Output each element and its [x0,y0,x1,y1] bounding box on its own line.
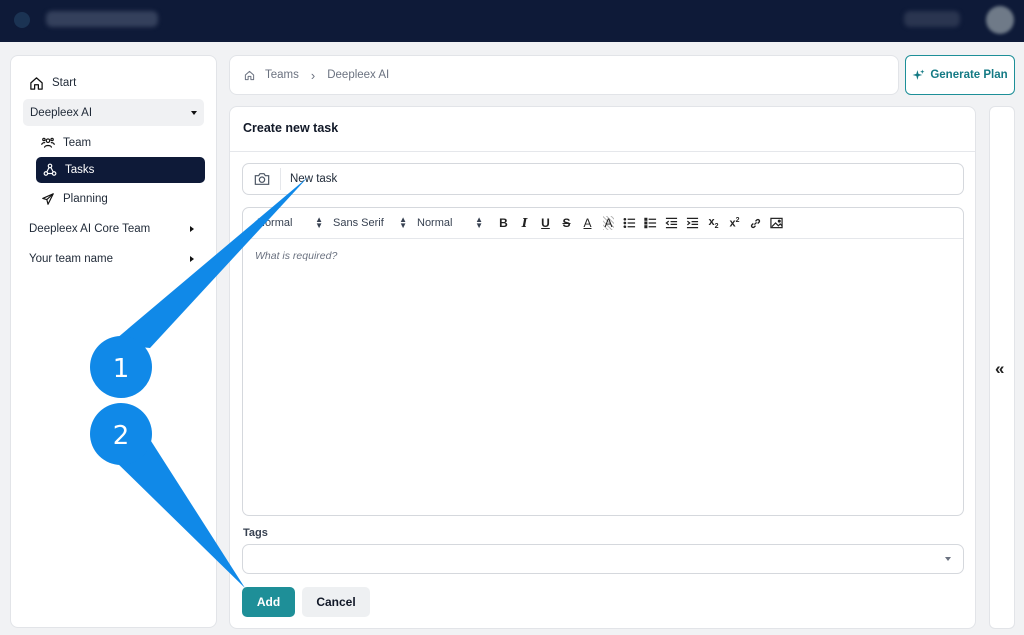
indent-icon [686,217,699,229]
top-bar [0,0,1024,42]
cancel-button[interactable]: Cancel [302,587,370,617]
superscript-button[interactable]: x2 [724,213,745,233]
size-select-value: Normal [417,217,453,229]
sidebar-item-label: Start [52,77,77,89]
sidebar: Start Deepleex AI Team Tasks Planning De… [10,55,217,628]
image-icon [770,217,783,229]
superscript-icon: x2 [729,216,740,230]
divider [230,151,975,152]
caret-right-icon [190,256,194,262]
subscript-button[interactable]: x2 [703,213,724,233]
background-color-icon: A [603,216,614,230]
add-label: Add [256,595,281,609]
sparkle-icon [912,69,925,80]
updown-icon: ▲ ▼ [315,215,323,230]
caret-right-icon [190,226,194,232]
sidebar-team-core[interactable]: Deepleex AI Core Team [29,221,194,237]
cancel-label: Cancel [316,595,356,609]
font-select-value: Sans Serif [333,217,384,229]
bold-button[interactable]: B [493,213,514,233]
chevron-right-icon: › [310,67,316,83]
sidebar-team-label: Deepleex AI Core Team [29,223,151,235]
home-icon[interactable] [244,70,255,81]
tags-label: Tags [243,527,268,539]
task-name-input[interactable]: New task [242,163,964,195]
header-select[interactable]: Normal ▲ ▼ [257,215,323,230]
sidebar-item-label: Team [63,137,92,149]
network-icon [43,163,57,176]
background-color-button[interactable]: A [598,213,619,233]
airplane-icon [42,193,54,205]
generate-plan-button[interactable]: Generate Plan [905,55,1015,95]
underline-icon: U [541,216,550,230]
app-logo[interactable] [14,12,30,28]
users-icon [41,137,55,148]
font-select[interactable]: Sans Serif ▲ ▼ [333,215,407,230]
breadcrumb-teams[interactable]: Teams [265,69,299,81]
updown-icon: ▲ ▼ [399,215,407,230]
double-chevron-left-icon[interactable]: « [995,359,1004,379]
right-panel-collapsed: « [989,106,1015,629]
indent-button[interactable] [682,213,703,233]
brand-name-blurred [46,11,158,27]
sidebar-item-label: Tasks [65,164,95,176]
sidebar-team-your-team[interactable]: Your team name [29,251,194,267]
image-button[interactable] [766,213,787,233]
tags-select[interactable] [242,544,964,574]
breadcrumb-current[interactable]: Deepleex AI [327,69,389,81]
task-name-value: New task [290,173,338,185]
italic-button[interactable]: I [514,213,535,233]
create-task-panel: Create new task New task Normal ▲ ▼ Sans S… [229,106,976,629]
text-color-button[interactable]: A [577,213,598,233]
italic-icon: I [521,216,528,230]
sidebar-team-label: Your team name [29,253,113,265]
ordered-list-icon [623,217,636,229]
sidebar-item-label: Planning [63,193,108,205]
ordered-list-button[interactable] [619,213,640,233]
sidebar-item-planning[interactable]: Planning [41,190,108,208]
description-editor[interactable]: Normal ▲ ▼ Sans Serif ▲ ▼ Normal ▲ ▼ B I U S A… [242,207,964,516]
size-select[interactable]: Normal ▲ ▼ [417,215,483,230]
generate-plan-label: Generate Plan [930,69,1008,81]
subscript-icon: x2 [708,215,719,231]
user-name-blurred[interactable] [904,11,960,27]
updown-icon: ▲ ▼ [475,215,483,230]
sidebar-team-label: Deepleex AI [30,106,93,119]
page-title: Create new task [243,121,339,135]
add-button[interactable]: Add [242,587,295,617]
caret-down-icon [945,557,951,561]
sidebar-item-team[interactable]: Team [41,134,91,152]
sidebar-item-start[interactable]: Start [29,75,76,91]
text-color-icon: A [583,216,592,230]
bullet-list-icon [644,217,657,229]
editor-toolbar: Normal ▲ ▼ Sans Serif ▲ ▼ Normal ▲ ▼ B I U S A… [243,208,963,239]
outdent-icon [665,217,678,229]
caret-down-icon [191,110,197,115]
strike-icon: S [562,216,571,230]
strike-button[interactable]: S [556,213,577,233]
sidebar-item-tasks[interactable]: Tasks [36,157,205,183]
home-icon [30,76,43,90]
editor-placeholder: What is required? [255,250,338,262]
underline-button[interactable]: U [535,213,556,233]
camera-button[interactable] [243,168,281,190]
avatar[interactable] [986,6,1014,34]
breadcrumb: Teams › Deepleex AI [229,55,899,95]
sidebar-team-deepleex-ai[interactable]: Deepleex AI [23,99,204,126]
link-button[interactable] [745,213,766,233]
bullet-list-button[interactable] [640,213,661,233]
camera-icon [254,173,269,185]
bold-icon: B [499,216,508,230]
outdent-button[interactable] [661,213,682,233]
header-select-value: Normal [257,217,293,229]
link-icon [750,218,761,228]
